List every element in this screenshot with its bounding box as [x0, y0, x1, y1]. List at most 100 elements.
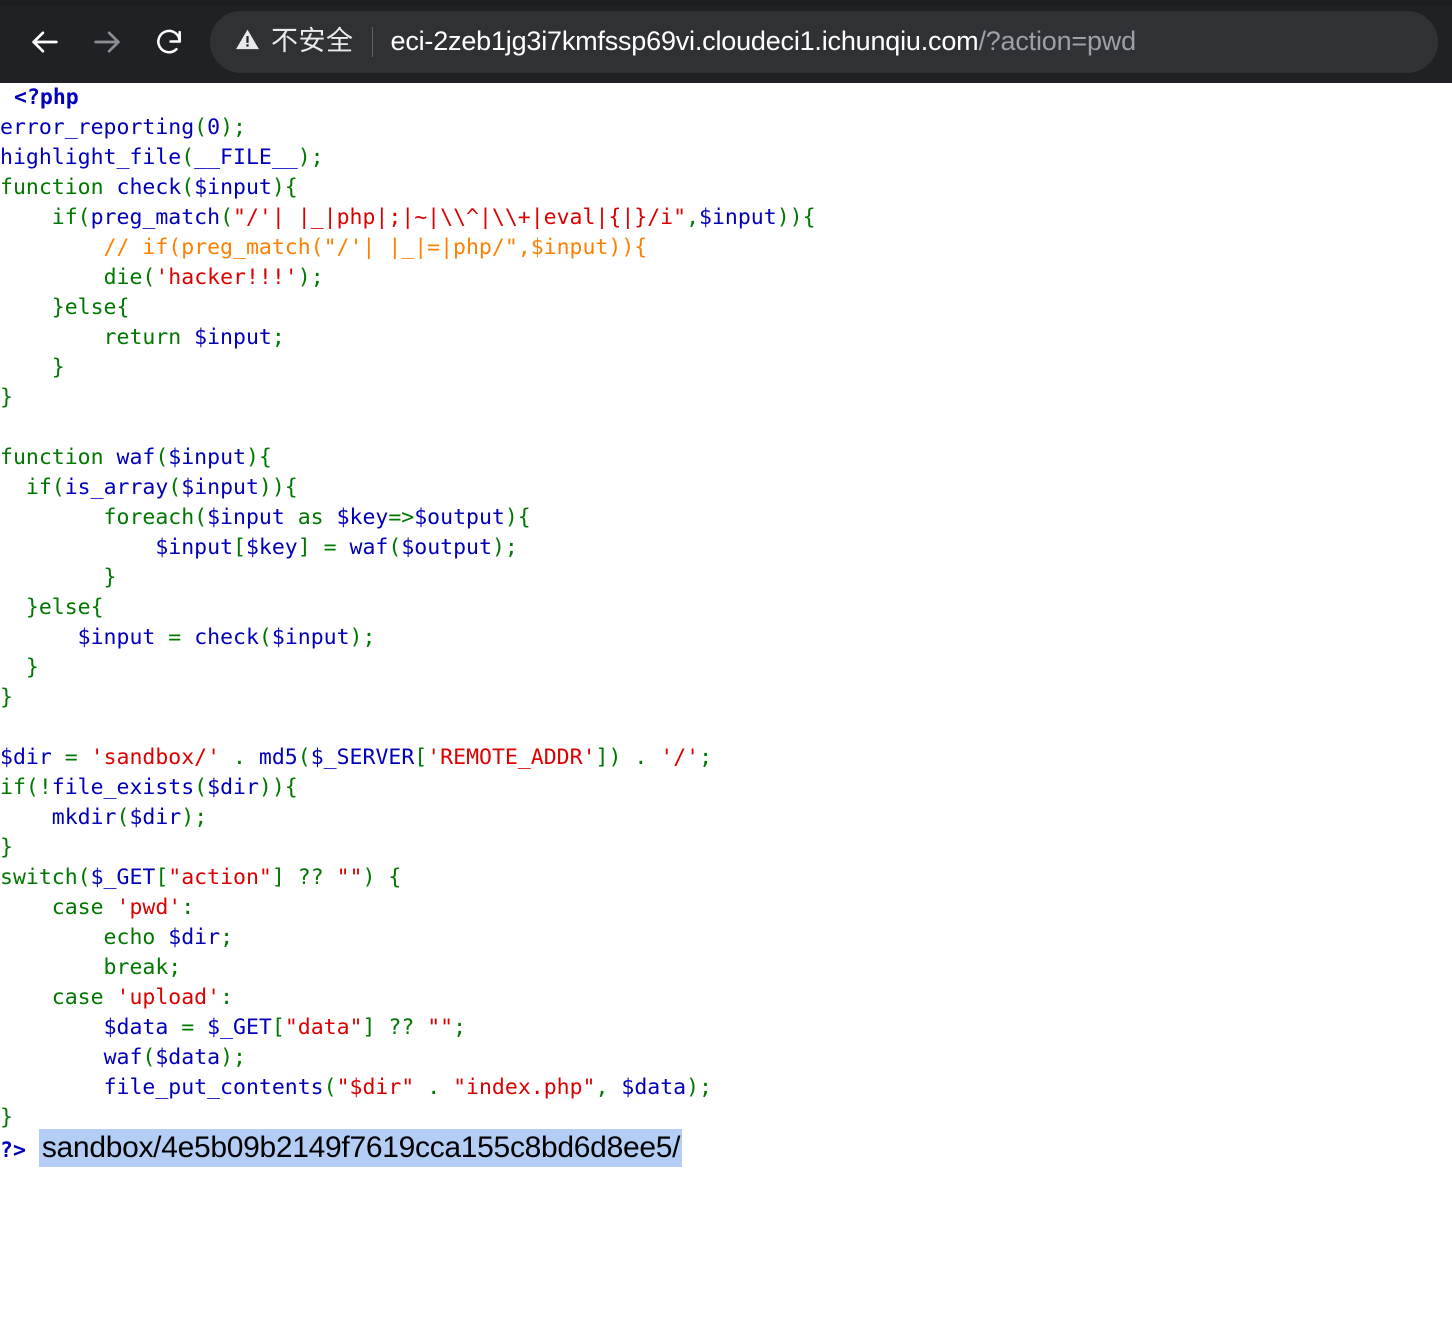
code-token: $input [207, 505, 285, 530]
code-token: md5 [258, 745, 298, 770]
code-token: $key [336, 505, 389, 530]
code-line: return $input; [0, 325, 285, 350]
code-token: } [0, 565, 117, 590]
code-line: waf($data); [0, 1045, 246, 1070]
address-bar[interactable]: 不安全 eci-2zeb1jg3i7kmfssp69vi.cloudeci1.i… [210, 10, 1438, 73]
code-token: ] ?? [271, 865, 337, 890]
code-line: }else{ [0, 295, 130, 320]
code-line: break; [0, 955, 182, 980]
code-token: ); [686, 1075, 712, 1100]
sandbox-path-output[interactable]: sandbox/4e5b09b2149f7619cca155c8bd6d8ee5… [38, 1129, 683, 1167]
code-token: => [388, 505, 415, 530]
code-token: function [0, 175, 117, 200]
page-content: <?php error_reporting(0); highlight_file… [0, 83, 1452, 1328]
code-line: } [0, 565, 117, 590]
code-token: , [595, 1075, 622, 1100]
code-line: function waf($input){ [0, 445, 272, 470]
code-token: : [181, 895, 195, 920]
security-status-chip[interactable]: 不安全 [234, 26, 354, 58]
forward-button[interactable] [76, 11, 138, 73]
code-token: 0 [207, 115, 221, 140]
code-token: $output [414, 505, 505, 530]
code-token: $data [621, 1075, 687, 1100]
code-token: ( [181, 145, 195, 170]
code-token: check [194, 625, 259, 650]
code-token: [ [271, 1015, 285, 1040]
code-token: $input [271, 625, 350, 650]
code-token: "index.php" [453, 1075, 596, 1100]
code-token: 'hacker!!!' [155, 265, 298, 290]
code-token: ( [142, 1045, 156, 1070]
code-line: mkdir($dir); [0, 805, 207, 830]
output-spacer [26, 1138, 39, 1163]
code-token: ( [116, 805, 130, 830]
code-token: is_array [64, 475, 169, 500]
script-output-line: ?> sandbox/4e5b09b2149f7619cca155c8bd6d8… [0, 1129, 1452, 1167]
code-token: ; [453, 1015, 467, 1040]
code-token: waf [103, 1045, 143, 1070]
code-token: $input [194, 175, 272, 200]
code-token: ){ [245, 445, 272, 470]
code-token: break; [0, 955, 182, 980]
code-token: case [0, 985, 117, 1010]
code-token: ( [194, 115, 208, 140]
code-token: $input [77, 625, 156, 650]
code-token: }else{ [0, 595, 104, 620]
code-line: $dir = 'sandbox/' . md5($_SERVER['REMOTE… [0, 745, 712, 770]
code-token: [ [414, 745, 428, 770]
code-token: : [220, 985, 234, 1010]
code-line: $input = check($input); [0, 625, 376, 650]
php-source-code: <?php error_reporting(0); highlight_file… [0, 83, 1452, 1167]
code-token: mkdir [51, 805, 117, 830]
code-token: switch( [0, 865, 91, 890]
code-token: ); [297, 145, 324, 170]
code-token: } [0, 385, 13, 410]
code-token: case [0, 895, 117, 920]
code-token: } [0, 1105, 13, 1130]
url-text[interactable]: eci-2zeb1jg3i7kmfssp69vi.cloudeci1.ichun… [391, 26, 1136, 57]
code-token: "/'| |_|php|;|~|\\^|\\+|eval|{|}/i" [233, 205, 687, 230]
code-token: )){ [776, 205, 816, 230]
code-token: ); [349, 625, 376, 650]
code-token: ; [220, 925, 234, 950]
code-token: file_put_contents [103, 1075, 324, 1100]
code-token: 'REMOTE_ADDR' [427, 745, 596, 770]
code-line: } [0, 1105, 13, 1130]
code-token: ){ [271, 175, 298, 200]
code-token: ] = [297, 535, 350, 560]
url-path: /?action=pwd [978, 26, 1136, 56]
code-token: ); [220, 115, 246, 140]
code-line: if(is_array($input)){ [0, 475, 298, 500]
code-token: ; [699, 745, 713, 770]
code-token: $dir [207, 775, 259, 800]
code-token: ( [181, 175, 195, 200]
code-token: [ [155, 865, 169, 890]
code-token: $key [245, 535, 298, 560]
reload-button[interactable] [138, 11, 200, 73]
code-token: // if(preg_match("/'| |_|=|php/",$input)… [0, 235, 648, 260]
code-token: die [103, 265, 143, 290]
code-token: "" [336, 865, 363, 890]
code-token: $_SERVER [310, 745, 415, 770]
code-line: } [0, 655, 39, 680]
code-token: } [0, 685, 13, 710]
code-token: "" [427, 1015, 454, 1040]
reload-icon [153, 26, 185, 58]
omnibox-divider [371, 26, 373, 57]
code-token: $dir [129, 805, 182, 830]
code-line: $input[$key] = waf($output); [0, 535, 518, 560]
code-token: ) { [362, 865, 402, 890]
code-token: as [284, 505, 337, 530]
code-line: } [0, 685, 13, 710]
code-token: "action" [168, 865, 272, 890]
code-token: "data" [284, 1015, 363, 1040]
code-token: }else{ [0, 295, 130, 320]
code-token: ] ?? [362, 1015, 428, 1040]
back-button[interactable] [14, 11, 76, 73]
warning-triangle-icon [234, 26, 261, 58]
code-token: ); [491, 535, 518, 560]
code-token: ); [181, 805, 208, 830]
